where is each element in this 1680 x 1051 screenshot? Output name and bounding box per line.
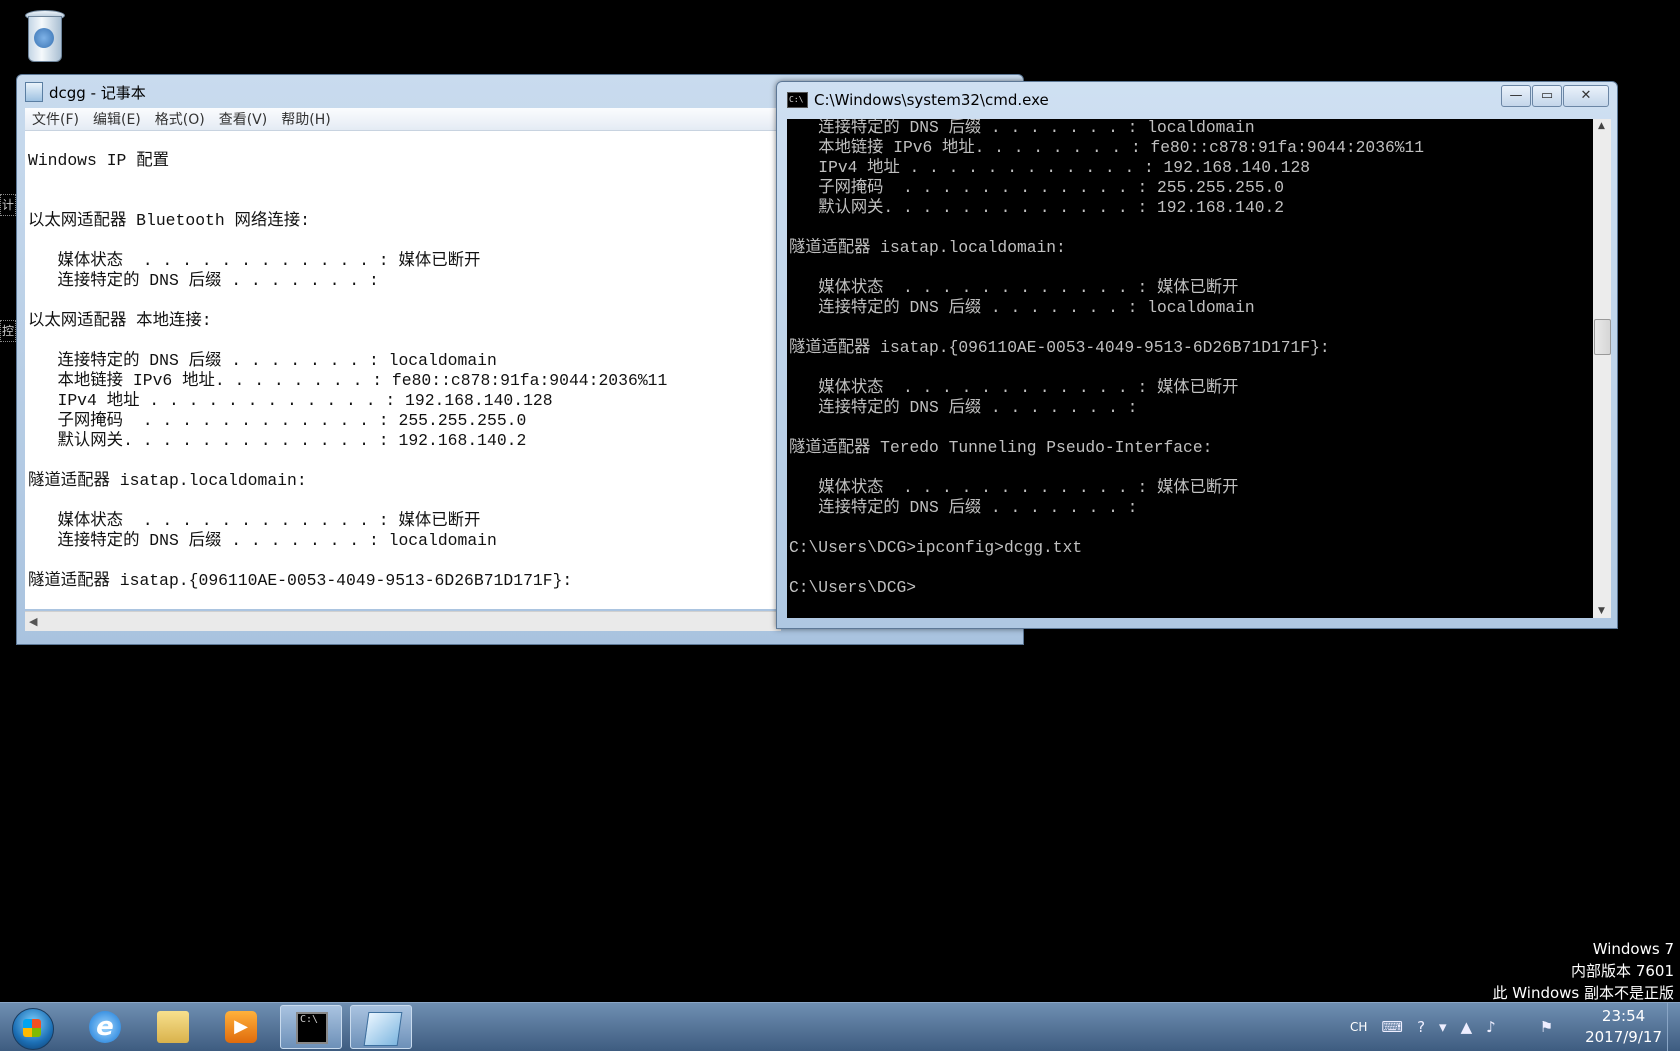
taskbar: e ▶ C:\ CH ⌨ ? ▾ ▲ ♪ ⚑ 23:54 2017/9/17 xyxy=(0,1002,1680,1051)
folder-icon xyxy=(157,1011,189,1043)
watermark-os: Windows 7 xyxy=(1592,940,1674,958)
cmd-titlebar[interactable]: C:\ C:\Windows\system32\cmd.exe xyxy=(787,90,1049,110)
maximize-button[interactable]: ▭ xyxy=(1532,85,1562,107)
text-area[interactable]: Windows IP 配置 以太网适配器 Bluetooth 网络连接: 媒体状… xyxy=(25,131,781,609)
volume-icon[interactable]: ♪ xyxy=(1486,1018,1496,1036)
menu-view[interactable]: 查看(V) xyxy=(212,109,275,129)
desktop-edge-label[interactable]: 控 xyxy=(0,320,16,342)
menu-help[interactable]: 帮助(H) xyxy=(274,109,337,129)
window-title: C:\Windows\system32\cmd.exe xyxy=(814,91,1049,109)
cmd-window[interactable]: C:\ C:\Windows\system32\cmd.exe — ▭ ✕ 连接… xyxy=(776,81,1618,629)
clock-date: 2017/9/17 xyxy=(1585,1028,1662,1046)
windows-logo-icon xyxy=(23,1019,41,1037)
menu-format[interactable]: 格式(O) xyxy=(148,109,212,129)
taskbar-notepad[interactable] xyxy=(350,1005,412,1049)
close-button[interactable]: ✕ xyxy=(1563,85,1609,107)
document-text[interactable]: Windows IP 配置 以太网适配器 Bluetooth 网络连接: 媒体状… xyxy=(25,131,781,591)
desktop-edge-label[interactable]: 计 xyxy=(0,194,16,216)
notepad-titlebar[interactable]: dcgg - 记事本 xyxy=(25,81,146,103)
help-icon[interactable]: ? xyxy=(1417,1018,1425,1036)
window-title: dcgg - 记事本 xyxy=(49,83,146,102)
notepad-icon xyxy=(25,82,43,102)
clock[interactable]: 23:54 2017/9/17 xyxy=(1585,1006,1662,1048)
watermark-build: 内部版本 7601 xyxy=(1571,962,1674,980)
vertical-scrollbar[interactable]: ▲ ▼ xyxy=(1593,119,1611,618)
scroll-down-icon[interactable]: ▼ xyxy=(1598,606,1605,616)
recycle-bin-icon[interactable] xyxy=(20,6,72,68)
horizontal-scrollbar[interactable]: ◀ xyxy=(25,611,781,631)
taskbar-ie[interactable]: e xyxy=(74,1005,136,1049)
console-text: 连接特定的 DNS 后缀 . . . . . . . : localdomain… xyxy=(789,119,1425,597)
taskbar-media-player[interactable]: ▶ xyxy=(210,1005,272,1049)
watermark-genuine: 此 Windows 副本不是正版 xyxy=(1492,984,1675,1002)
show-hidden-icons-icon[interactable]: ▲ xyxy=(1461,1018,1473,1036)
clock-time: 23:54 xyxy=(1601,1007,1646,1025)
scroll-up-icon[interactable]: ▲ xyxy=(1598,121,1605,131)
minimize-button[interactable]: — xyxy=(1501,85,1531,107)
scroll-left-icon[interactable]: ◀ xyxy=(29,615,37,628)
taskbar-explorer[interactable] xyxy=(142,1005,204,1049)
keyboard-icon[interactable]: ⌨ xyxy=(1381,1018,1403,1036)
ie-icon: e xyxy=(89,1011,121,1043)
cmd-icon: C:\ xyxy=(296,1012,328,1044)
menu-file[interactable]: 文件(F) xyxy=(25,109,86,129)
show-desktop-button[interactable] xyxy=(1667,1003,1680,1051)
taskbar-cmd[interactable]: C:\ xyxy=(280,1005,342,1049)
menu-edit[interactable]: 编辑(E) xyxy=(86,109,148,129)
media-player-icon: ▶ xyxy=(225,1011,257,1043)
console-output[interactable]: 连接特定的 DNS 后缀 . . . . . . . : localdomain… xyxy=(787,119,1593,618)
notepad-icon xyxy=(363,1012,403,1046)
cmd-icon: C:\ xyxy=(787,92,808,108)
action-center-flag-icon[interactable]: ⚑ xyxy=(1540,1018,1553,1036)
windows-watermark: Windows 7 内部版本 7601 此 Windows 副本不是正版 xyxy=(1493,938,1675,1004)
scrollbar-thumb[interactable] xyxy=(1594,319,1611,355)
input-options-icon[interactable]: ▾ xyxy=(1439,1018,1447,1036)
menu-bar: 文件(F) 编辑(E) 格式(O) 查看(V) 帮助(H) xyxy=(25,108,781,131)
start-button[interactable] xyxy=(6,1006,58,1050)
language-indicator[interactable]: CH xyxy=(1350,1020,1367,1034)
system-tray: CH ⌨ ? ▾ ▲ ♪ ⚑ xyxy=(1350,1003,1553,1051)
